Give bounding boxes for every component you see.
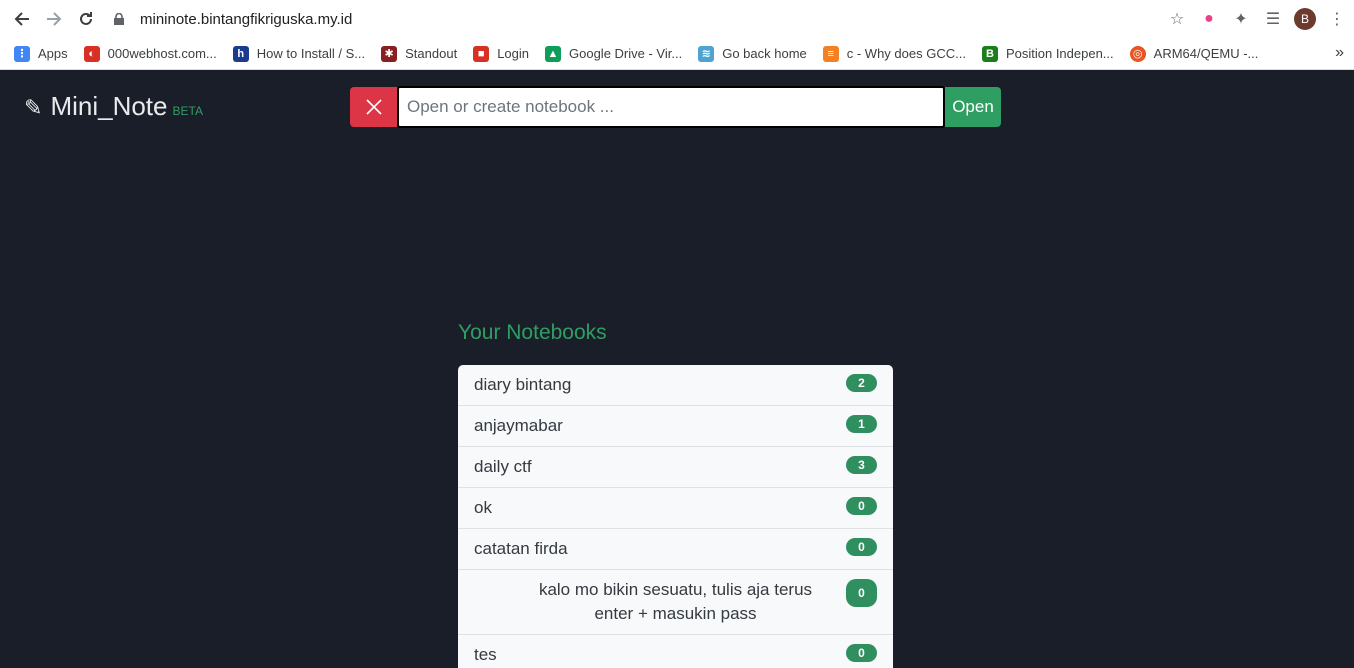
brand-name: Mini_Note xyxy=(50,91,168,121)
notebook-search: Open xyxy=(350,86,1001,128)
count-badge: 0 xyxy=(846,579,877,607)
puzzle-icon[interactable]: ✦ xyxy=(1230,8,1252,30)
list-item[interactable]: catatan firda 0 xyxy=(458,529,893,570)
list-item[interactable]: tes 0 xyxy=(458,635,893,668)
stackoverflow-icon: ≡ xyxy=(822,45,839,62)
media-icon[interactable]: ☰ xyxy=(1262,8,1284,30)
count-badge: 3 xyxy=(846,456,877,474)
webhost-icon: ◐ xyxy=(83,45,100,62)
page-content: ✎ Mini_Note BETA Open Your Notebooks dia… xyxy=(0,71,1354,668)
standout-icon: ✱ xyxy=(381,45,398,62)
notebook-name: diary bintang xyxy=(474,375,572,394)
list-item[interactable]: kalo mo bikin sesuatu, tulis aja terus e… xyxy=(458,570,893,635)
browser-toolbar: mininote.bintangfikriguska.my.id ☆ ● ✦ ☰… xyxy=(0,0,1354,38)
lock-icon xyxy=(112,12,126,26)
count-badge: 0 xyxy=(846,644,877,662)
extension-owl-icon[interactable]: ● xyxy=(1198,8,1220,30)
menu-icon[interactable]: ⋮ xyxy=(1326,8,1348,30)
login-icon: ■ xyxy=(473,45,490,62)
bookmark-item[interactable]: ◎ ARM64/QEMU -... xyxy=(1129,45,1258,62)
clear-button[interactable] xyxy=(350,87,397,127)
bookmarks-bar: ⋮ Apps ◐ 000webhost.com... h How to Install… xyxy=(0,38,1354,70)
drive-icon: ▲ xyxy=(545,45,561,62)
notebook-name: catatan firda xyxy=(474,539,568,558)
pencil-icon: ✎ xyxy=(24,95,43,120)
notebook-name: tes xyxy=(474,645,497,664)
reload-icon[interactable] xyxy=(70,3,102,35)
list-item[interactable]: ok 0 xyxy=(458,488,893,529)
open-button[interactable]: Open xyxy=(945,87,1001,127)
notebook-name: anjaymabar xyxy=(474,416,563,435)
bookmark-item[interactable]: ⋮ Apps xyxy=(14,45,68,62)
star-icon[interactable]: ☆ xyxy=(1166,8,1188,30)
close-icon xyxy=(365,99,382,115)
bookmark-item[interactable]: ✱ Standout xyxy=(381,45,457,62)
back-icon[interactable] xyxy=(6,3,38,35)
count-badge: 1 xyxy=(846,415,877,433)
h-icon: h xyxy=(232,45,249,62)
address-bar[interactable]: mininote.bintangfikriguska.my.id xyxy=(112,4,352,34)
avatar[interactable]: B xyxy=(1294,8,1316,30)
notebook-name: daily ctf xyxy=(474,457,532,476)
b-icon: B xyxy=(981,45,998,62)
bookmark-item[interactable]: ■ Login xyxy=(473,45,529,62)
ubuntu-icon: ◎ xyxy=(1129,45,1146,62)
chevron-double-right-icon[interactable]: » xyxy=(1335,44,1344,62)
layers-icon: ≋ xyxy=(698,45,715,62)
notebook-name: ok xyxy=(474,498,492,517)
brand[interactable]: ✎ Mini_Note BETA xyxy=(24,91,203,122)
forward-icon[interactable] xyxy=(38,3,70,35)
notebooks-title: Your Notebooks xyxy=(458,321,607,344)
list-item[interactable]: diary bintang 2 xyxy=(458,365,893,406)
list-item[interactable]: daily ctf 3 xyxy=(458,447,893,488)
count-badge: 0 xyxy=(846,538,877,556)
list-item[interactable]: anjaymabar 1 xyxy=(458,406,893,447)
notebook-input[interactable] xyxy=(397,86,945,128)
bookmark-item[interactable]: ≡ c - Why does GCC... xyxy=(822,45,966,62)
count-badge: 0 xyxy=(846,497,877,515)
bookmark-item[interactable]: h How to Install / S... xyxy=(232,45,365,62)
bookmark-item[interactable]: ◐ 000webhost.com... xyxy=(83,45,217,62)
beta-badge: BETA xyxy=(172,104,203,118)
bookmark-item[interactable]: B Position Indepen... xyxy=(981,45,1114,62)
apps-grid-icon: ⋮ xyxy=(14,45,30,62)
bookmark-item[interactable]: ≋ Go back home xyxy=(698,45,807,62)
notebook-list: diary bintang 2 anjaymabar 1 daily ctf 3… xyxy=(458,365,893,668)
url-text: mininote.bintangfikriguska.my.id xyxy=(140,10,353,28)
count-badge: 2 xyxy=(846,374,877,392)
bookmark-item[interactable]: ▲ Google Drive - Vir... xyxy=(545,45,682,62)
notebook-name: kalo mo bikin sesuatu, tulis aja terus e… xyxy=(538,580,813,623)
